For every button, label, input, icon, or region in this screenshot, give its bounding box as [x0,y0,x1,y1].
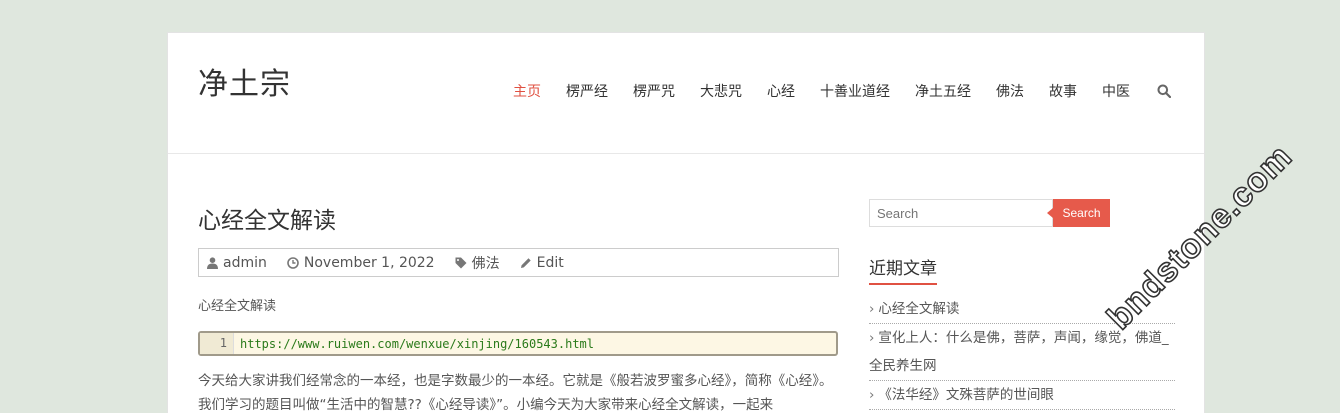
chevron-right-icon: › [869,330,875,346]
site-title[interactable]: 净土宗 [198,59,291,103]
nav-item-home[interactable]: 主页 [513,81,541,101]
sidebar-search-button[interactable]: Search [1047,199,1110,227]
header-divider [168,153,1204,154]
category-link[interactable]: 佛法 [472,253,500,273]
nav-item-pure-land-sutras[interactable]: 净土五经 [915,81,971,101]
pencil-icon [520,257,531,268]
nav-item-ten-good-deeds-sutra[interactable]: 十善业道经 [820,81,890,101]
recent-post-link[interactable]: 宣化上人：什么是佛，菩萨，声闻，缘觉，佛道_全民养生网 [869,330,1169,374]
nav-item-dharma[interactable]: 佛法 [996,81,1024,101]
tag-icon [455,257,467,268]
search-icon[interactable] [1157,84,1171,98]
post-intro: 心经全文解读 [198,299,277,314]
recent-post-item[interactable]: › 宣化上人：什么是佛，菩萨，声闻，缘觉，佛道_全民养生网 [869,324,1175,381]
post-body: 今天给大家讲我们经常念的一本经，也是字数最少的一本经。它就是《般若波罗蜜多心经》… [198,373,833,413]
main-nav: 主页 楞严经 楞严咒 大悲咒 心经 十善业道经 净土五经 佛法 故事 中医 [513,81,1171,101]
post-author[interactable]: admin [207,255,267,271]
post-category[interactable]: 佛法 [455,253,500,273]
chevron-right-icon: › [869,301,875,317]
code-line-number: 1 [200,333,234,354]
recent-post-link[interactable]: 《法华经》文殊菩萨的世间眼 [878,387,1054,403]
nav-item-lengyan-sutra[interactable]: 楞严经 [566,81,608,101]
recent-post-item[interactable]: › 《法华经》文殊菩萨的世间眼 [869,381,1175,410]
user-icon [207,256,218,269]
chevron-right-icon: › [869,387,875,403]
post-title: 心经全文解读 [198,208,336,234]
edit-link[interactable]: Edit [537,255,564,271]
recent-posts-list: › 心经全文解读 › 宣化上人：什么是佛，菩萨，声闻，缘觉，佛道_全民养生网 › 《法… [869,295,1175,410]
post-date: November 1, 2022 [287,255,435,271]
nav-item-great-compassion-mantra[interactable]: 大悲咒 [700,81,742,101]
sidebar-search-input[interactable] [869,199,1053,227]
date-text: November 1, 2022 [303,254,435,271]
post-meta: admin November 1, 2022 佛法 Edit [198,248,839,277]
page-container: 净土宗 主页 楞严经 楞严咒 大悲咒 心经 十善业道经 净土五经 佛法 故事 中… [167,32,1205,413]
recent-posts-title: 近期文章 [869,254,937,285]
nav-item-heart-sutra[interactable]: 心经 [767,81,795,101]
post-edit[interactable]: Edit [520,255,564,271]
author-name[interactable]: admin [223,255,267,271]
code-block: 1 https://www.ruiwen.com/wenxue/xinjing/… [198,331,838,356]
nav-item-lengyan-mantra[interactable]: 楞严咒 [633,81,675,101]
nav-item-stories[interactable]: 故事 [1049,81,1077,101]
clock-icon [287,256,299,269]
code-url[interactable]: https://www.ruiwen.com/wenxue/xinjing/16… [234,337,594,351]
nav-item-chinese-medicine[interactable]: 中医 [1102,81,1130,101]
recent-post-item[interactable]: › 心经全文解读 [869,295,1175,324]
recent-post-link[interactable]: 心经全文解读 [878,301,959,317]
